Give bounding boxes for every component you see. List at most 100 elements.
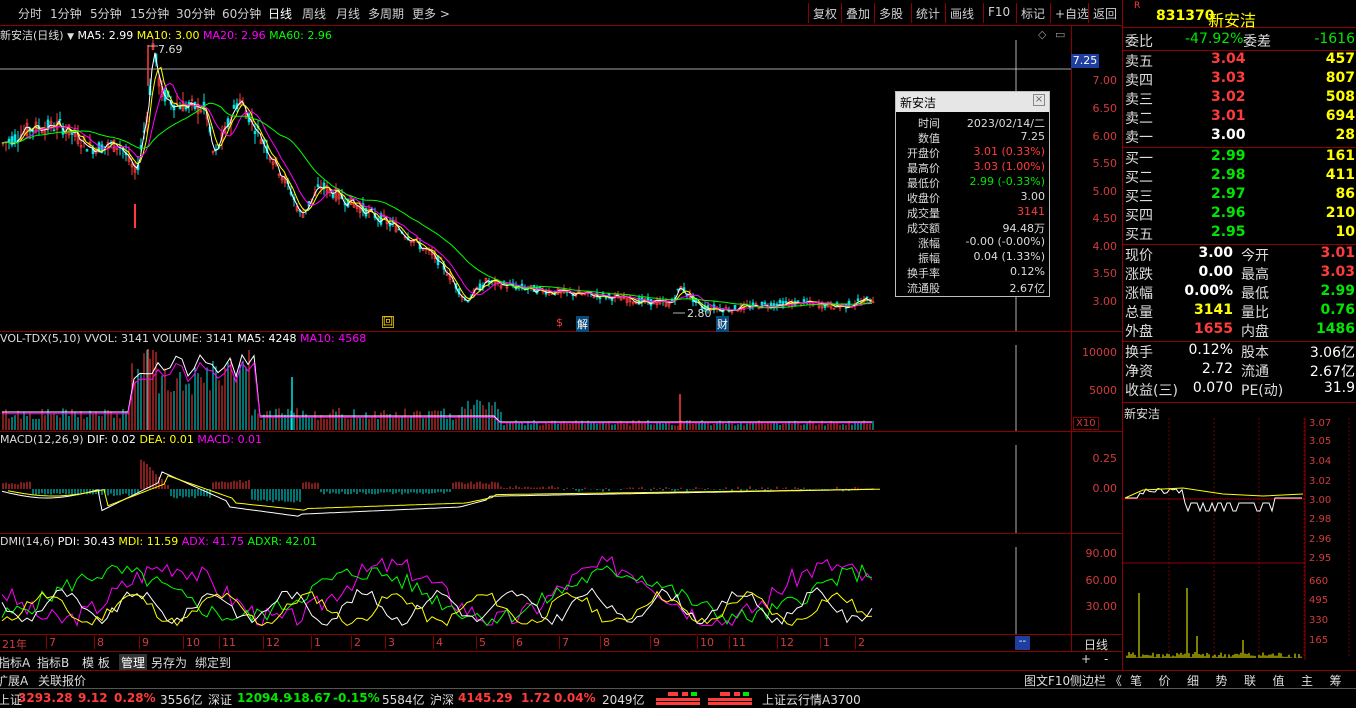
draw-line-button[interactable]: 画线 [945, 3, 978, 23]
y-tick: 4.50 [1092, 212, 1118, 225]
mini-vol-tick: 165 [1309, 635, 1328, 646]
order-level[interactable]: 卖三 3.02 508 [1123, 89, 1356, 108]
order-level[interactable]: 买二 2.98 411 [1123, 167, 1356, 186]
candle-body [364, 207, 368, 217]
period-tab-30min[interactable]: 30分钟 [176, 5, 215, 22]
period-tab-5min[interactable]: 5分钟 [90, 5, 122, 22]
mark-button[interactable]: 标记 [1016, 3, 1049, 23]
intraday-mini-chart[interactable]: 3.07 3.05 3.04 3.02 3.00 2.98 2.96 2.95 660 495 33… [1123, 418, 1356, 660]
level-volume: 508 [1325, 89, 1355, 105]
period-tab-monthly[interactable]: 月线 [336, 5, 360, 22]
order-level[interactable]: 买一 2.99 161 [1123, 148, 1356, 167]
macd-chart[interactable] [0, 431, 1122, 533]
back-button[interactable]: 返回 [1088, 3, 1121, 23]
side-tab[interactable]: 细 [1187, 672, 1199, 689]
multi-stock-button[interactable]: 多股 [874, 3, 907, 23]
period-tab-daily[interactable]: 日线 [268, 5, 292, 22]
side-tab[interactable]: 笔 [1130, 672, 1142, 689]
period-tab-60min[interactable]: 60分钟 [222, 5, 261, 22]
event-report-icon[interactable]: 财 [716, 316, 729, 332]
tooltip-row: 时间 2023/02/14/二 [896, 115, 1049, 130]
stat-label: 收益(三) [1125, 383, 1178, 399]
period-tab-tick[interactable]: 分时 [18, 5, 42, 22]
tab-save-as[interactable]: 另存为 [151, 654, 187, 671]
side-tab[interactable]: 价 [1159, 672, 1171, 689]
sh-index-pct: 0.28% [114, 691, 156, 705]
tab-manage[interactable]: 管理 [119, 654, 148, 671]
candle-body [865, 296, 869, 299]
side-tab[interactable]: 主 [1301, 672, 1313, 689]
crosshair-price-label: 7.25 [1071, 54, 1099, 68]
date-tick: 21年 [2, 638, 27, 651]
add-watchlist-button[interactable]: +自选 [1050, 3, 1093, 23]
hs-index-label[interactable]: 沪深 [430, 691, 454, 708]
dmi-chart[interactable] [0, 533, 1122, 634]
mini-price-line [1125, 487, 1302, 513]
stat-row: 外盘 1655 内盘 1486 [1123, 321, 1356, 340]
vol-indicator-name[interactable]: VOL-TDX(5,10) [0, 332, 81, 345]
side-tab[interactable]: 筹 [1330, 672, 1342, 689]
f10-button[interactable]: F10 [983, 3, 1014, 23]
level-volume: 411 [1325, 167, 1355, 183]
tooltip-value: 3.01 (0.33%) [973, 145, 1045, 158]
event-buyback-icon[interactable]: 回 [382, 316, 394, 328]
mini-price-tick: 3.07 [1309, 418, 1331, 429]
tooltip-header[interactable]: 新安洁 × [896, 92, 1049, 112]
period-tab-15min[interactable]: 15分钟 [130, 5, 169, 22]
volume-label: VOLUME: 3141 [152, 332, 234, 345]
order-level[interactable]: 卖一 3.00 28 [1123, 127, 1356, 146]
date-tick: 10 [697, 636, 714, 649]
period-tab-multi[interactable]: 多周期 [368, 5, 404, 22]
mini-price-tick: 3.02 [1309, 476, 1331, 487]
statistics-button[interactable]: 统计 [911, 3, 944, 23]
stat-value: 0.00 [1198, 264, 1233, 280]
stat-label: 股本 [1241, 345, 1269, 361]
volume-chart[interactable] [0, 331, 1122, 431]
level-price: 2.95 [1211, 224, 1246, 240]
side-tab[interactable]: 势 [1216, 672, 1228, 689]
quote-panel: R 831370 新安洁 委比 -47.92% 委差 -1616 卖五 3.04 4… [1122, 0, 1356, 670]
level-price: 3.04 [1211, 51, 1246, 67]
stat-label: PE(动) [1241, 383, 1284, 399]
event-unlock-icon[interactable]: 解 [576, 316, 589, 332]
tooltip-value: 7.25 [1020, 130, 1046, 143]
order-level[interactable]: 卖四 3.03 807 [1123, 70, 1356, 89]
order-level[interactable]: 买四 2.96 210 [1123, 205, 1356, 224]
date-tick: 7 [46, 636, 56, 649]
vol-ma10-label: MA10: 4568 [300, 332, 367, 345]
period-tab-weekly[interactable]: 周线 [302, 5, 326, 22]
order-level[interactable]: 卖五 3.04 457 [1123, 51, 1356, 70]
restore-rights-button[interactable]: 复权 [808, 3, 841, 23]
fundamental-row: 收益(三) 0.070 PE(动) 31.9 [1123, 380, 1356, 399]
order-level[interactable]: 买三 2.97 86 [1123, 186, 1356, 205]
expand-a-tab[interactable]: 扩展A [0, 672, 28, 689]
date-tick: 5 [476, 636, 486, 649]
period-tab-more[interactable]: 更多 > [412, 5, 450, 22]
tab-indicator-b[interactable]: 指标B [37, 654, 69, 671]
overlay-button[interactable]: 叠加 [841, 3, 874, 23]
side-tab[interactable]: 联 [1244, 672, 1256, 689]
tab-bind-to[interactable]: 绑定到 [195, 654, 231, 671]
related-quote-tab[interactable]: 关联报价 [38, 672, 86, 689]
date-tick: 12 [777, 636, 794, 649]
tooltip-key: 涨幅 [918, 237, 940, 250]
period-tab-1min[interactable]: 1分钟 [50, 5, 82, 22]
y-tick: 0.25 [1092, 452, 1118, 465]
tab-indicator-a[interactable]: 指标A [0, 654, 30, 671]
sidebar-toggle[interactable]: 侧边栏 《 [1070, 672, 1122, 689]
dmi-indicator-name[interactable]: DMI(14,6) [0, 535, 54, 548]
event-dividend-icon[interactable]: $ [556, 316, 563, 329]
close-icon[interactable]: × [1033, 94, 1045, 106]
side-tab[interactable]: 值 [1273, 672, 1285, 689]
order-level[interactable]: 卖二 3.01 694 [1123, 108, 1356, 127]
cloud-quote-label[interactable]: 上证云行情A3700 [762, 691, 861, 708]
macd-indicator-name[interactable]: MACD(12,26,9) [0, 433, 84, 446]
order-level[interactable]: 买五 2.95 10 [1123, 224, 1356, 243]
tooltip-row: 流通股 2.67亿 [896, 280, 1049, 295]
tab-template[interactable]: 模 板 [82, 654, 110, 671]
level-label: 卖二 [1125, 111, 1153, 127]
sh-index-value: 3293.28 [18, 691, 73, 705]
f10-graphic-tab[interactable]: 图文F10 [1024, 672, 1070, 689]
date-tick: 2 [351, 636, 361, 649]
sz-index-label[interactable]: 深证 [208, 691, 232, 708]
